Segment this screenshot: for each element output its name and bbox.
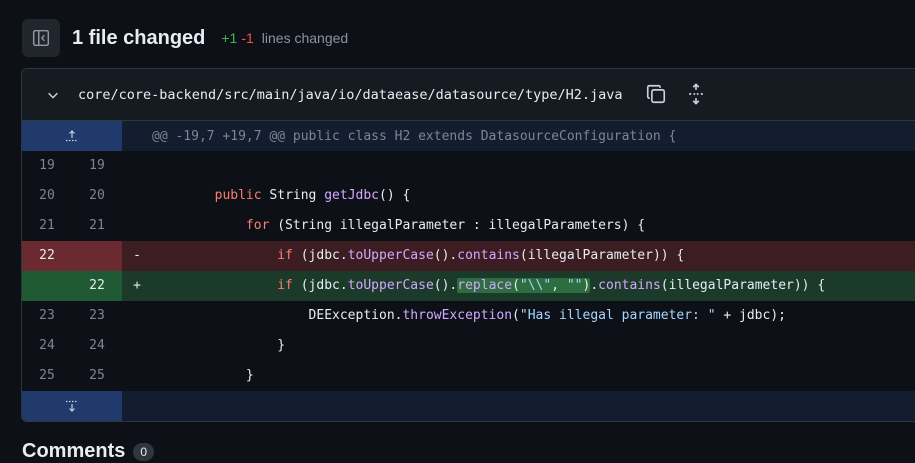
code-token: ().: [433, 248, 458, 263]
file-header: core/core-backend/src/main/java/io/datae…: [22, 69, 915, 121]
code-keyword: if: [277, 248, 293, 263]
old-line-number[interactable]: 24: [22, 331, 72, 361]
diff-line: 24 24 }: [22, 331, 915, 361]
copy-path-button[interactable]: [645, 83, 667, 105]
diff-marker: +: [133, 278, 141, 293]
code-line: - if (jdbc.toUpperCase().contains(illega…: [122, 241, 915, 271]
code-function: toUpperCase: [347, 278, 434, 293]
code-line: for (String illegalParameter : illegalPa…: [122, 211, 915, 241]
comments-title: Comments: [22, 440, 126, 462]
code-function: toUpperCase: [347, 248, 434, 263]
code-line: }: [122, 331, 915, 361]
code-function: throwException: [402, 308, 513, 323]
new-line-number[interactable]: 25: [72, 361, 122, 391]
code-token: () {: [379, 188, 411, 203]
comments-section-header: Comments 0: [22, 440, 155, 463]
sidebar-toggle-icon: [32, 29, 50, 47]
files-changed-title: 1 file changed: [72, 26, 206, 49]
code-string: "": [566, 278, 583, 293]
copy-icon: [646, 84, 666, 104]
code-token: ().: [433, 278, 458, 293]
old-line-number[interactable]: 19: [22, 151, 72, 181]
new-line-number[interactable]: 21: [72, 211, 122, 241]
added-line: 22 + if (jdbc.toUpperCase().replace("\\"…: [22, 271, 915, 301]
hunk-header-text: @@ -19,7 +19,7 @@ public class H2 extend…: [152, 128, 677, 144]
code-token: (illegalParameter)) {: [660, 278, 826, 293]
code-token: ,: [551, 278, 567, 293]
file-tree-toggle-button[interactable]: [22, 19, 60, 57]
old-line-number[interactable]: 22: [22, 241, 72, 271]
code-token: }: [245, 368, 254, 383]
inline-addition-highlight: replace("\\", ""): [457, 278, 591, 293]
code-token: .: [590, 278, 599, 293]
code-token: (String illegalParameter : illegalParame…: [269, 218, 646, 233]
diff-line: 23 23 DEException.throwException("Has il…: [22, 301, 915, 331]
code-token: + jdbc);: [715, 308, 786, 323]
new-line-number[interactable]: 24: [72, 331, 122, 361]
code-function: contains: [457, 248, 520, 263]
code-function: contains: [598, 278, 661, 293]
new-line-number[interactable]: [72, 241, 122, 271]
chevron-down-icon: [48, 92, 58, 99]
code-token: (: [512, 278, 520, 293]
old-line-number[interactable]: 23: [22, 301, 72, 331]
expand-down-button[interactable]: [22, 391, 122, 421]
code-token: (: [512, 308, 520, 323]
diff-line: 21 21 for (String illegalParameter : ill…: [22, 211, 915, 241]
code-keyword: public: [214, 188, 262, 203]
comments-count-badge: 0: [133, 442, 155, 461]
code-function: replace: [457, 278, 513, 293]
code-token: (illegalParameter)) {: [519, 248, 685, 263]
new-line-number[interactable]: 22: [72, 271, 122, 301]
diff-summary-bar: 1 file changed +1 -1 lines changed: [22, 17, 348, 59]
old-line-number[interactable]: 25: [22, 361, 72, 391]
expand-up-icon: [66, 130, 77, 142]
file-path-link[interactable]: core/core-backend/src/main/java/io/datae…: [78, 87, 623, 103]
new-line-number[interactable]: 19: [72, 151, 122, 181]
hunk-footer-row: [22, 391, 915, 421]
new-line-number[interactable]: 20: [72, 181, 122, 211]
code-line: public String getJdbc() {: [122, 181, 915, 211]
additions-count: +1: [221, 30, 238, 46]
file-diff: core/core-backend/src/main/java/io/datae…: [21, 68, 915, 422]
collapse-file-button[interactable]: [42, 84, 64, 106]
diff-marker: -: [133, 248, 141, 263]
code-line: }: [122, 361, 915, 391]
code-string: "\\": [519, 278, 552, 293]
code-token: DEException.: [308, 308, 403, 323]
old-line-number[interactable]: 20: [22, 181, 72, 211]
code-token: (jdbc.: [292, 248, 348, 263]
old-line-number[interactable]: [22, 271, 72, 301]
expand-all-button[interactable]: [685, 83, 707, 105]
deleted-line: 22 - if (jdbc.toUpperCase().contains(ill…: [22, 241, 915, 271]
code-token: String: [261, 188, 325, 203]
hunk-header-row: @@ -19,7 +19,7 @@ public class H2 extend…: [22, 121, 915, 151]
old-line-number[interactable]: 21: [22, 211, 72, 241]
expand-up-button[interactable]: [22, 121, 122, 151]
code-line: + if (jdbc.toUpperCase().replace("\\", "…: [122, 271, 915, 301]
code-token: (jdbc.: [292, 278, 348, 293]
new-line-number[interactable]: 23: [72, 301, 122, 331]
lines-changed-label: lines changed: [261, 30, 349, 46]
diff-line: 19 19: [22, 151, 915, 181]
deletions-count: -1: [241, 30, 254, 46]
code-keyword: for: [245, 218, 270, 233]
diff-line: 25 25 }: [22, 361, 915, 391]
code-token: }: [277, 338, 286, 353]
code-string: "Has illegal parameter: ": [519, 308, 716, 323]
expand-down-icon: [66, 400, 77, 412]
unfold-icon: [689, 83, 703, 105]
code-function: getJdbc: [324, 188, 380, 203]
code-keyword: if: [277, 278, 293, 293]
code-line: DEException.throwException("Has illegal …: [122, 301, 915, 331]
diff-line: 20 20 public String getJdbc() {: [22, 181, 915, 211]
